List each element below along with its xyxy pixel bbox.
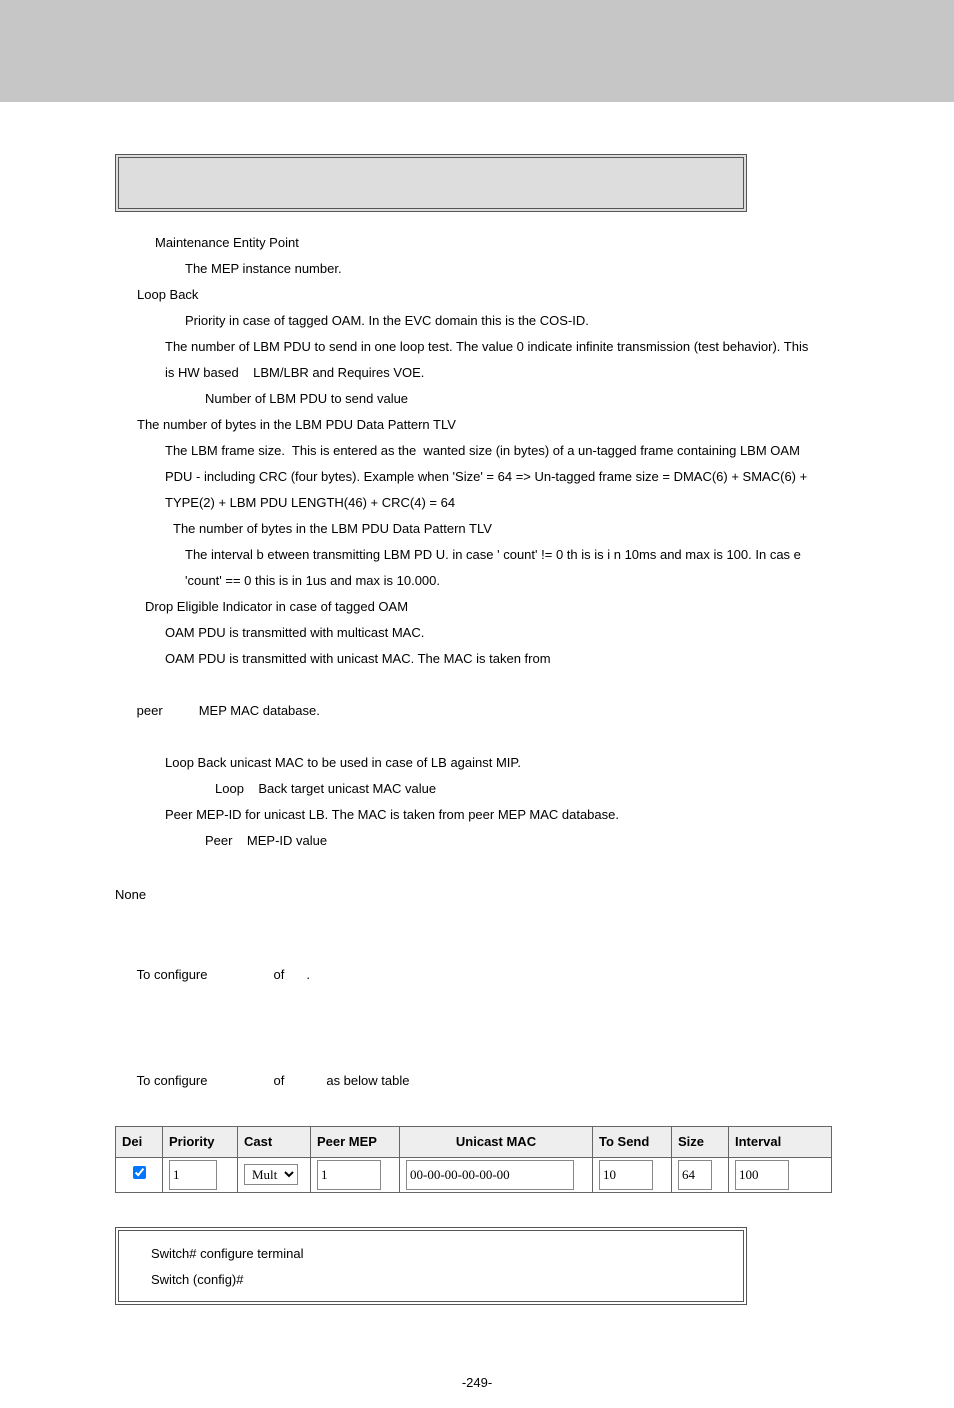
dei-checkbox[interactable] [133,1166,146,1179]
text-fragment: . [306,967,310,982]
terminal-box: Switch# configure terminal Switch (confi… [115,1227,747,1305]
unicast-mac-input[interactable]: 00-00-00-00-00-00 [406,1160,574,1190]
text-fragment: To configure [137,967,208,982]
table-header-row: Dei Priority Cast Peer MEP Unicast MAC T… [116,1127,832,1158]
main-content: Maintenance Entity Point The MEP instanc… [0,102,954,1345]
text-line: Priority in case of tagged OAM. In the E… [115,308,839,334]
text-line: peer MEP MAC database. [115,672,839,750]
text-line: The interval b etween transmitting LBM P… [115,542,839,568]
header-banner [0,0,954,102]
config-table: Dei Priority Cast Peer MEP Unicast MAC T… [115,1126,832,1193]
peer-mep-input[interactable]: 1 [317,1160,381,1190]
text-line: OAM PDU is transmitted with unicast MAC.… [115,646,839,672]
text-line: Loop Back target unicast MAC value [115,776,839,802]
text-line: PDU - including CRC (four bytes). Exampl… [115,464,839,490]
text-line: The MEP instance number. [115,256,839,282]
text-line: Maintenance Entity Point [115,230,839,256]
text-line: OAM PDU is transmitted with multicast MA… [115,620,839,646]
terminal-line: Switch (config)# [151,1267,711,1293]
text-line: To configure of. [115,936,839,1014]
th-interval: Interval [729,1127,832,1158]
text-line: TYPE(2) + LBM PDU LENGTH(46) + CRC(4) = … [115,490,839,516]
text-line: The number of LBM PDU to send in one loo… [115,334,839,360]
text-line: Drop Eligible Indicator in case of tagge… [115,594,839,620]
page-number: -249- [0,1345,954,1408]
th-peer-mep: Peer MEP [311,1127,400,1158]
to-send-input[interactable]: 10 [599,1160,653,1190]
th-size: Size [672,1127,729,1158]
text-line: Loop Back [115,282,839,308]
text-fragment: peer [137,703,163,718]
text-fragment: of [274,1073,285,1088]
size-input[interactable]: 64 [678,1160,712,1190]
text-line: None [115,882,839,908]
text-line: Loop Back unicast MAC to be used in case… [115,750,839,776]
text-fragment: as below table [326,1073,409,1088]
text-line: 'count' == 0 this is in 1us and max is 1… [115,568,839,594]
text-line: To configure of as below table [115,1042,839,1120]
text-line: The number of bytes in the LBM PDU Data … [115,412,839,438]
th-cast: Cast [238,1127,311,1158]
th-to-send: To Send [593,1127,672,1158]
text-line: Peer MEP-ID for unicast LB. The MAC is t… [115,802,839,828]
text-line: Peer MEP-ID value [115,828,839,854]
text-fragment: MEP MAC database. [199,703,320,718]
text-line: Number of LBM PDU to send value [115,386,839,412]
text-fragment: To configure [137,1073,208,1088]
text-fragment: of [274,967,285,982]
th-unicast-mac: Unicast MAC [400,1127,593,1158]
table-row: 1 Multi 1 00-00-00-00-00-00 10 64 100 [116,1158,832,1193]
cast-select[interactable]: Multi [244,1164,298,1185]
th-dei: Dei [116,1127,163,1158]
priority-input[interactable]: 1 [169,1160,217,1190]
top-framed-box [115,154,747,212]
text-line: The number of bytes in the LBM PDU Data … [115,516,839,542]
interval-input[interactable]: 100 [735,1160,789,1190]
th-priority: Priority [163,1127,238,1158]
text-line: is HW based LBM/LBR and Requires VOE. [115,360,839,386]
terminal-line: Switch# configure terminal [151,1241,711,1267]
text-line: The LBM frame size. This is entered as t… [115,438,839,464]
